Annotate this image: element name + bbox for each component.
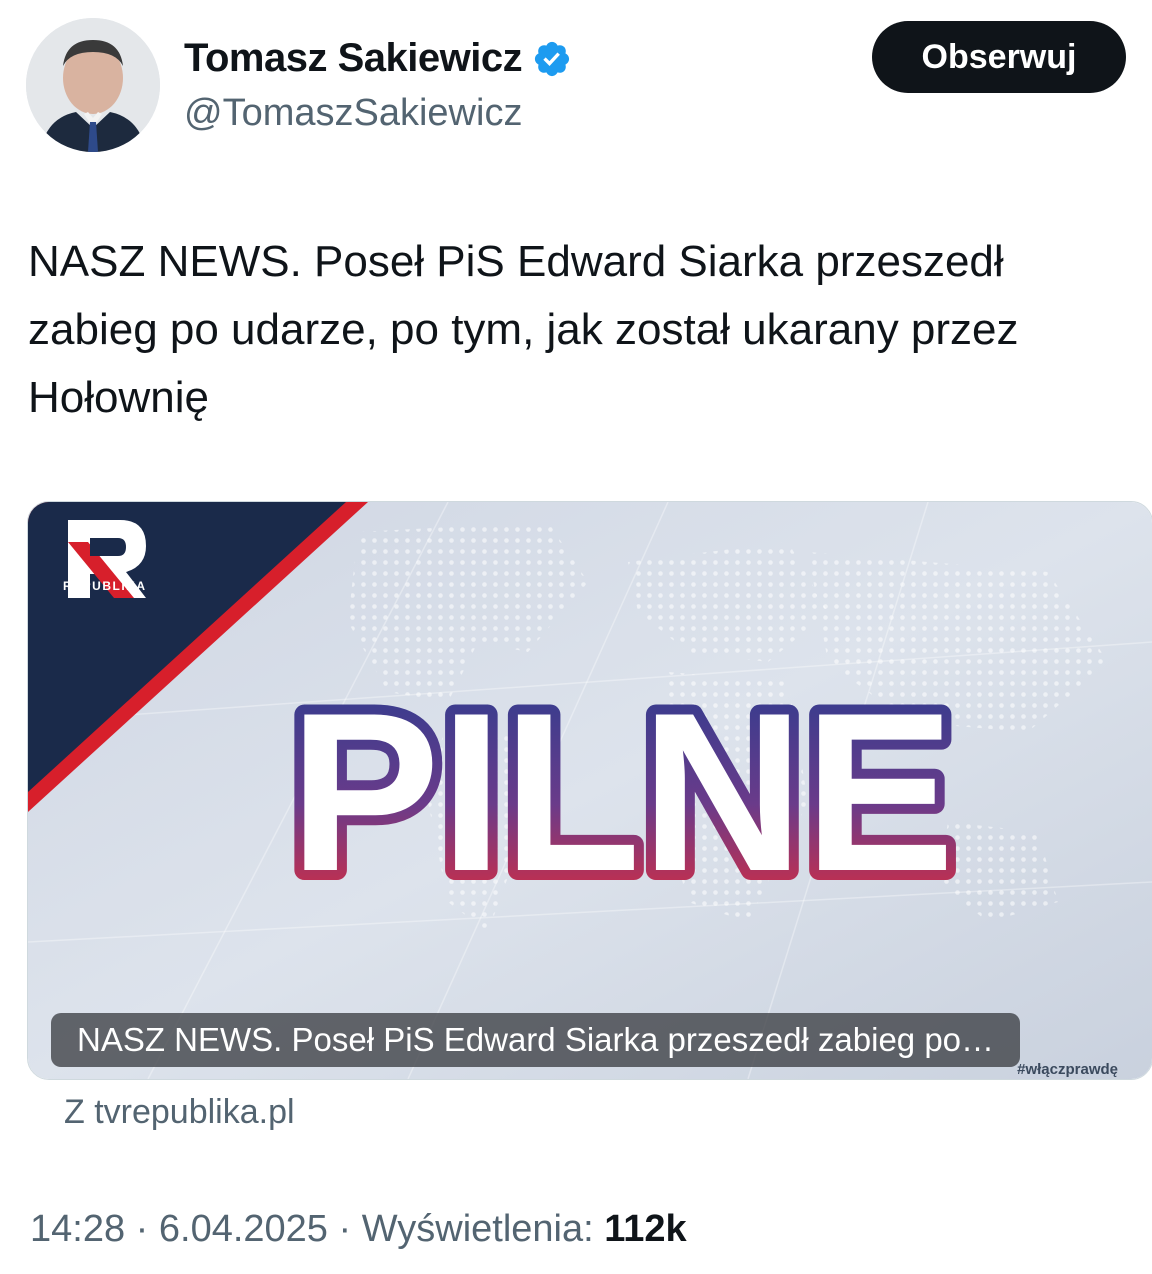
tweet-meta: 14:28 · 6.04.2025 · Wyświetlenia: 112k xyxy=(30,1208,687,1251)
avatar[interactable] xyxy=(26,18,160,152)
card-source-link[interactable]: Z tvrepublika.pl xyxy=(64,1093,295,1132)
link-card[interactable]: REPUBLIKA PILNE PILNE #włączprawdę NASZ … xyxy=(27,501,1152,1080)
verified-badge-icon xyxy=(534,41,570,76)
card-caption: NASZ NEWS. Poseł PiS Edward Siarka przes… xyxy=(51,1013,1021,1067)
tweet-text: NASZ NEWS. Poseł PiS Edward Siarka przes… xyxy=(28,237,1019,422)
views-count[interactable]: 112k xyxy=(604,1208,686,1250)
tweet-date[interactable]: 6.04.2025 xyxy=(159,1208,328,1250)
tweet-time[interactable]: 14:28 xyxy=(30,1208,125,1250)
author-name-row[interactable]: Tomasz Sakiewicz xyxy=(184,36,572,81)
pilne-headline: PILNE xyxy=(289,665,955,918)
views-label: Wyświetlenia: xyxy=(361,1208,594,1250)
card-image: REPUBLIKA PILNE PILNE #włączprawdę xyxy=(28,502,1152,1079)
follow-button[interactable]: Obserwuj xyxy=(872,21,1126,93)
author-handle[interactable]: @TomaszSakiewicz xyxy=(184,92,522,135)
avatar-photo xyxy=(26,18,160,152)
meta-separator: · xyxy=(338,1208,352,1250)
hashtag-watermark: #włączprawdę xyxy=(1017,1061,1118,1078)
meta-separator: · xyxy=(135,1208,149,1250)
author-name[interactable]: Tomasz Sakiewicz xyxy=(184,36,523,81)
republika-logo-text: REPUBLIKA xyxy=(63,579,147,593)
